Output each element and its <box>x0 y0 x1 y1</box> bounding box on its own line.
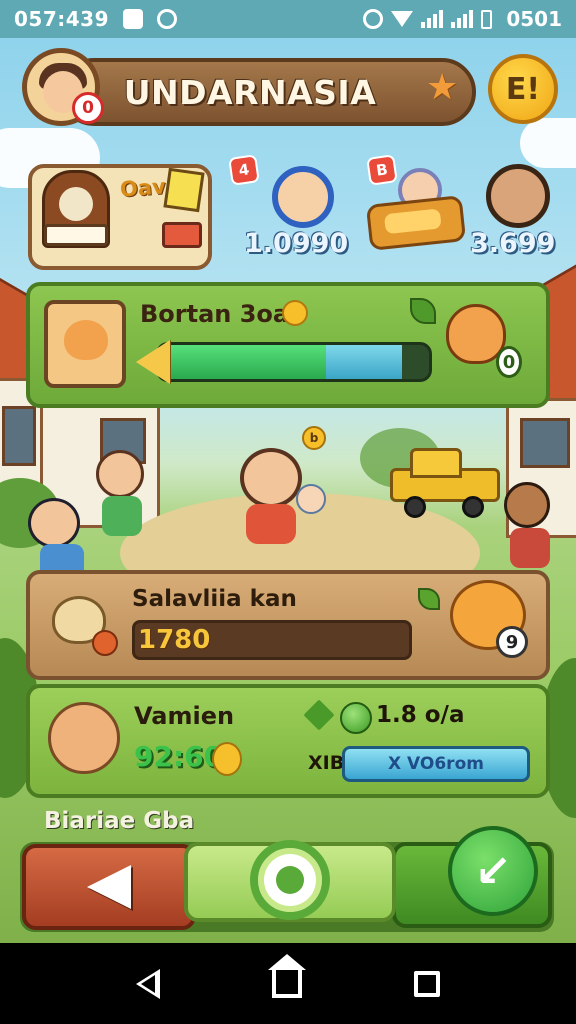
inventory-label: Oav <box>119 174 167 202</box>
villager-boy[interactable] <box>96 450 144 498</box>
house-window <box>520 418 570 468</box>
book-icon <box>44 224 108 246</box>
status-time: 057:439 <box>14 7 109 31</box>
coin-icon <box>212 742 242 776</box>
cloud <box>520 118 576 168</box>
pet-value: 92:60 <box>134 740 224 773</box>
back-button[interactable] <box>22 844 196 930</box>
confirm-button[interactable]: ↙ <box>448 826 538 916</box>
resource-badge: B <box>366 154 398 186</box>
notification-icon <box>123 9 143 29</box>
quest-count-badge: 0 <box>496 346 522 378</box>
pet-stat: 1.8 o/a <box>376 702 465 728</box>
resource-value: 1.0990 <box>244 228 349 259</box>
fox-icon <box>64 320 108 360</box>
delivery-truck[interactable] <box>390 448 510 518</box>
status-time-right: 0501 <box>506 7 562 31</box>
quest-portrait <box>44 300 126 388</box>
truck-wheel <box>462 496 484 518</box>
resource-badge: 4 <box>228 154 260 186</box>
harvest-title: Salavliia kan <box>132 586 297 612</box>
truck-cab <box>410 448 462 478</box>
back-arrow-icon <box>87 865 131 909</box>
signal-icon-2 <box>451 10 474 28</box>
android-nav-bar <box>0 943 576 1024</box>
quest-progress-fill <box>159 345 327 379</box>
cat-icon <box>48 702 120 774</box>
note-icon <box>163 167 205 213</box>
status-bar: 057:439 0501 <box>0 0 576 38</box>
nav-home-icon[interactable] <box>268 953 306 998</box>
truck-wheel <box>404 496 426 518</box>
sync-icon <box>157 9 177 29</box>
wifi-icon <box>391 11 414 27</box>
resource-value: 3.699 <box>470 228 556 259</box>
toolbox-icon <box>162 222 202 248</box>
battery-icon <box>481 9 493 29</box>
section-title: Biariae Gba <box>44 808 195 834</box>
villager-girl[interactable] <box>240 448 302 508</box>
hotspot-icon <box>363 9 384 29</box>
pet-tag: XIB <box>308 752 345 774</box>
avatar-level-badge: 0 <box>72 92 104 124</box>
pet-action-bar[interactable]: X VO6rom <box>342 746 530 782</box>
gem-icon <box>340 702 372 734</box>
coin-bubble[interactable]: b <box>302 426 326 450</box>
arrow-left-icon <box>136 340 170 384</box>
star-icon: ★ <box>426 67 459 108</box>
quest-title: Bortan 3oa <box>140 300 290 328</box>
sun-icon <box>282 300 308 326</box>
harvest-value: 1780 <box>138 625 211 655</box>
nav-recents-icon[interactable] <box>414 970 440 997</box>
blue-hair-girl-avatar[interactable] <box>272 166 334 228</box>
villager-girl-body <box>246 504 296 544</box>
carrot-icon <box>92 630 118 656</box>
villager-man[interactable] <box>504 482 550 528</box>
villager-kid[interactable] <box>28 498 80 548</box>
boy-avatar[interactable] <box>486 164 550 228</box>
quest-progress-bar <box>156 342 432 382</box>
house-window <box>2 406 36 466</box>
baby <box>296 484 326 514</box>
search-home-icon[interactable] <box>250 840 330 920</box>
game-title: UNDARNASIA <box>123 72 377 112</box>
signal-icon <box>421 10 444 28</box>
villager-boy-body <box>102 496 142 536</box>
villager-man-body <box>510 528 550 568</box>
harvest-count-badge: 9 <box>496 626 528 658</box>
alert-button[interactable]: E! <box>488 54 558 124</box>
nav-back-icon[interactable] <box>136 968 160 999</box>
pet-name: Vamien <box>134 702 235 730</box>
